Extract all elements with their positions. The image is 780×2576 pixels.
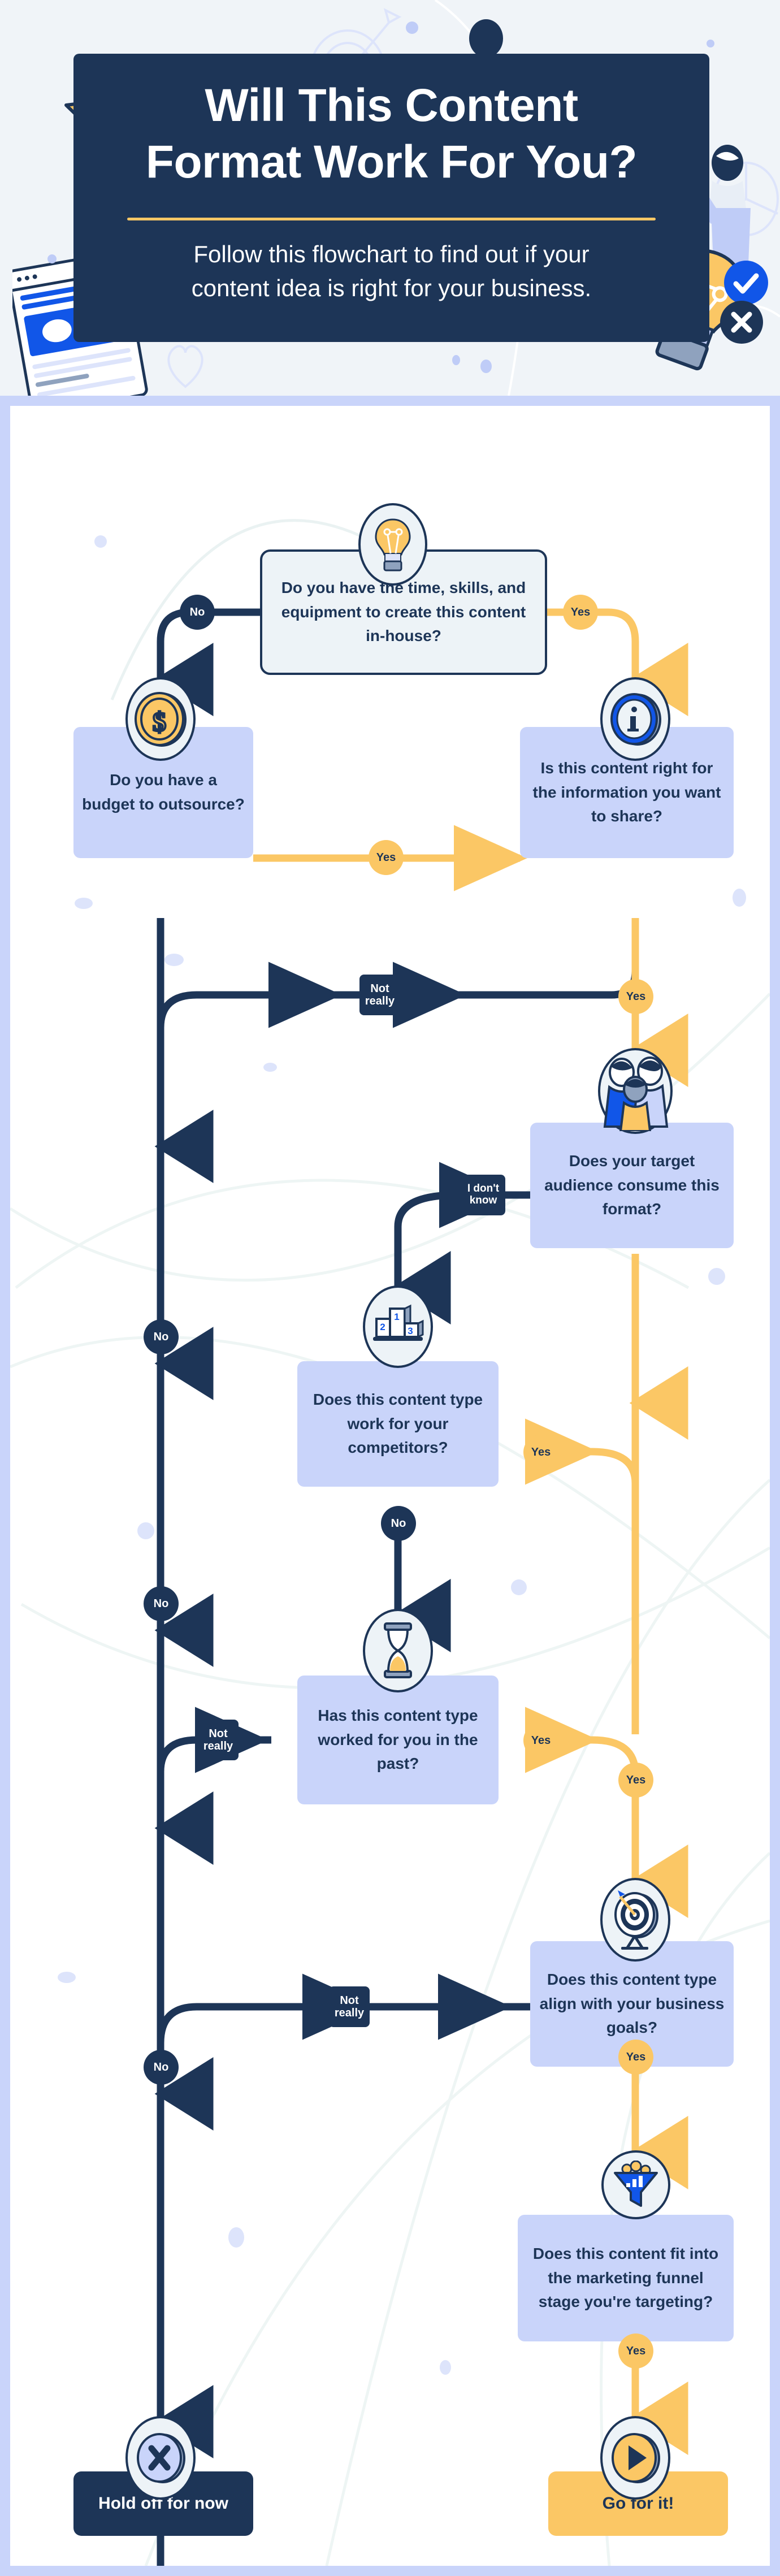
decision-card-q7-text: Does this content type align with your b… xyxy=(539,1971,725,2037)
podium-ranking-icon: 1 2 3 xyxy=(363,1285,433,1368)
x-circle-icon xyxy=(125,2416,196,2500)
edge-label-text: Yes xyxy=(626,1774,646,1786)
edge-label-text-line-2: really xyxy=(203,1740,233,1752)
edge-label-text: No xyxy=(153,1597,169,1610)
edge-label-yes: Yes xyxy=(563,595,598,630)
decor-dot xyxy=(406,21,418,34)
decision-card-q6-text: Has this content type worked for you in … xyxy=(318,1707,478,1773)
header-title-card: Will This Content Format Work For You? F… xyxy=(73,54,709,342)
decision-card-q5-text: Does this content type work for your com… xyxy=(313,1391,483,1457)
decor-dot xyxy=(480,360,492,373)
edge-label-not-really: Not really xyxy=(359,975,400,1015)
edge-label-text-line-1: Not xyxy=(340,1994,359,2007)
decision-card-q8[interactable]: Does this content fit into the marketing… xyxy=(518,2215,734,2341)
edge-label-no: No xyxy=(144,1319,179,1354)
page-title: Will This Content Format Work For You? xyxy=(73,77,709,191)
marketing-funnel-icon xyxy=(601,2150,670,2219)
edge-label-yes: Yes xyxy=(523,1723,558,1758)
decision-card-q3-text: Is this content right for the informatio… xyxy=(532,759,721,825)
edge-label-yes: Yes xyxy=(618,979,653,1014)
infographic-page: Will This Content Format Work For You? F… xyxy=(0,0,780,2576)
edge-label-text: Yes xyxy=(531,1446,551,1458)
decision-card-q6[interactable]: Has this content type worked for you in … xyxy=(297,1676,499,1804)
audience-group-icon xyxy=(598,1048,673,1134)
edge-label-text-line-1: Not xyxy=(370,982,389,995)
edge-label-no: No xyxy=(381,1506,416,1541)
edge-label-text-line-1: I don't xyxy=(467,1183,500,1195)
edge-label-text-line-2: really xyxy=(334,2007,365,2019)
edge-label-not-really: Not really xyxy=(198,1720,239,1760)
dartboard-target-icon xyxy=(600,1878,670,1962)
lightbulb-icon xyxy=(358,503,427,586)
flowchart-panel: $ 1 2 3 Do you have the time, skills, an… xyxy=(0,396,780,2576)
edge-label-text: No xyxy=(189,606,205,618)
header-banner: Will This Content Format Work For You? F… xyxy=(0,0,780,396)
edge-label-text-line-1: Not xyxy=(209,1728,228,1740)
svg-text:1: 1 xyxy=(394,1311,399,1322)
decision-card-q4-text: Does your target audience consume this f… xyxy=(544,1152,720,1218)
heart-icon xyxy=(167,345,203,388)
edge-label-not-really: Not really xyxy=(329,1986,370,2027)
decision-card-q4[interactable]: Does your target audience consume this f… xyxy=(530,1123,734,1248)
play-circle-icon xyxy=(600,2416,670,2500)
svg-text:3: 3 xyxy=(408,1326,413,1336)
edge-label-no: No xyxy=(144,1586,179,1621)
edge-label-yes: Yes xyxy=(618,1763,653,1798)
decision-card-q5[interactable]: Does this content type work for your com… xyxy=(297,1361,499,1487)
edge-label-yes: Yes xyxy=(618,2040,653,2075)
edge-label-yes: Yes xyxy=(369,840,404,875)
edge-label-no: No xyxy=(144,2050,179,2085)
decision-card-q8-text: Does this content fit into the marketing… xyxy=(532,2245,719,2311)
edge-label-yes: Yes xyxy=(523,1435,558,1470)
title-divider xyxy=(127,218,656,220)
dollar-coin-icon: $ xyxy=(125,677,196,761)
decor-dot xyxy=(452,355,460,365)
edge-label-no: No xyxy=(180,595,215,630)
edge-label-text: Yes xyxy=(570,606,591,618)
edge-label-text: Yes xyxy=(626,990,646,1003)
edge-label-text: Yes xyxy=(376,851,396,864)
info-circle-icon xyxy=(600,677,670,761)
page-subtitle: Follow this flowchart to find out if you… xyxy=(191,241,592,301)
edge-label-text: No xyxy=(391,1517,406,1530)
edge-label-yes: Yes xyxy=(618,2333,653,2369)
page-title-line-2: Format Work For You? xyxy=(145,136,638,188)
decision-card-q2-text: Do you have a budget to outsource? xyxy=(82,771,245,813)
edge-label-text: Yes xyxy=(626,2051,646,2063)
svg-text:$: $ xyxy=(153,707,166,737)
close-badge-icon xyxy=(720,301,763,344)
decision-card-q1-text: Do you have the time, skills, and equipm… xyxy=(281,579,526,645)
hourglass-icon xyxy=(363,1609,433,1692)
decor-dot xyxy=(47,254,57,263)
edge-label-i-dont-know: I don't know xyxy=(461,1175,505,1215)
decor-dot xyxy=(707,40,714,47)
edge-label-text: Yes xyxy=(531,1734,551,1747)
edge-label-text: No xyxy=(153,2061,169,2073)
page-title-line-1: Will This Content xyxy=(205,80,578,131)
edge-label-text: Yes xyxy=(626,2345,646,2357)
edge-label-text-line-2: really xyxy=(365,995,395,1007)
edge-label-text: No xyxy=(153,1331,169,1343)
edge-label-text-line-2: know xyxy=(469,1194,497,1206)
svg-text:2: 2 xyxy=(380,1322,385,1332)
